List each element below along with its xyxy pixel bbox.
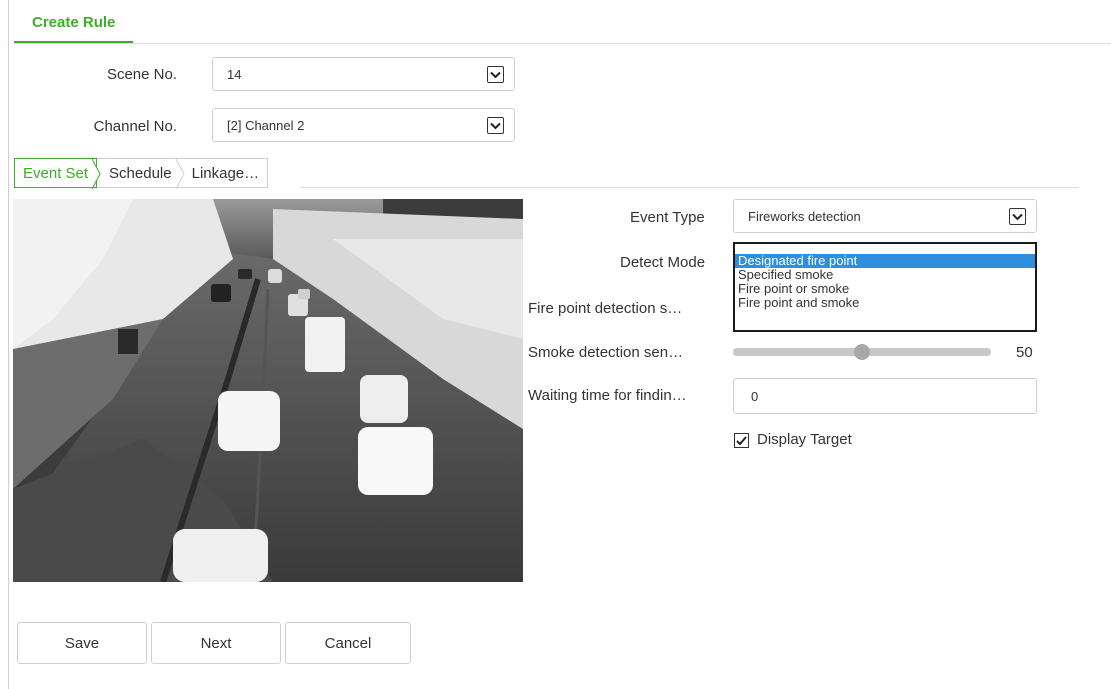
event-type-select[interactable]: Fireworks detection [733, 199, 1037, 233]
smoke-sensitivity-label: Smoke detection sen… [528, 344, 684, 361]
channel-select[interactable]: [2] Channel 2 [212, 108, 515, 142]
check-icon [736, 435, 747, 445]
tab-arrow-icon [175, 159, 185, 189]
tab-schedule[interactable]: Schedule [97, 158, 185, 189]
event-type-value: Fireworks detection [748, 209, 861, 224]
display-target-checkbox[interactable] [734, 433, 749, 448]
tab-label: Linkage… [191, 165, 260, 182]
smoke-sensitivity-value: 50 [1016, 344, 1033, 361]
option-specified-smoke[interactable]: Specified smoke [735, 268, 1035, 282]
option-fire-and-smoke[interactable]: Fire point and smoke [735, 296, 1035, 310]
channel-value: [2] Channel 2 [227, 118, 305, 133]
tab-create-rule[interactable]: Create Rule [14, 0, 134, 44]
subtab-bar: Event Set Schedule Linkage… [14, 158, 269, 189]
tab-event-set[interactable]: Event Set [14, 158, 101, 189]
slider-fill [733, 348, 862, 356]
smoke-sensitivity-slider[interactable] [733, 344, 991, 360]
tab-divider [14, 43, 1111, 44]
scene-value: 14 [227, 67, 242, 82]
chevron-down-icon[interactable] [487, 117, 504, 134]
thermal-image [13, 199, 523, 582]
tab-label: Event Set [23, 165, 89, 182]
cancel-button[interactable]: Cancel [285, 622, 411, 664]
detect-mode-dropdown[interactable]: Designated fire point Specified smoke Fi… [733, 242, 1037, 332]
video-preview[interactable] [13, 199, 523, 582]
slider-handle[interactable] [854, 344, 870, 360]
chevron-down-icon[interactable] [487, 66, 504, 83]
save-button[interactable]: Save [17, 622, 147, 664]
scene-select[interactable]: 14 [212, 57, 515, 91]
chevron-down-icon[interactable] [1009, 208, 1026, 225]
option-designated-fire-point[interactable]: Designated fire point [735, 254, 1035, 268]
waiting-time-label: Waiting time for findin… [528, 387, 687, 404]
tab-label: Schedule [109, 165, 172, 182]
next-button[interactable]: Next [151, 622, 281, 664]
subtab-divider [300, 187, 1078, 188]
event-type-label: Event Type [630, 209, 705, 226]
tab-linkage[interactable]: Linkage… [179, 158, 269, 188]
detect-mode-label: Detect Mode [620, 254, 706, 271]
fire-sensitivity-label: Fire point detection s… [528, 300, 683, 317]
scene-label: Scene No. [106, 66, 177, 83]
tab-arrow-icon [91, 159, 101, 189]
display-target-label: Display Target [757, 431, 852, 448]
waiting-time-input[interactable]: 0 [733, 378, 1037, 414]
channel-label: Channel No. [93, 118, 177, 135]
option-fire-or-smoke[interactable]: Fire point or smoke [735, 282, 1035, 296]
